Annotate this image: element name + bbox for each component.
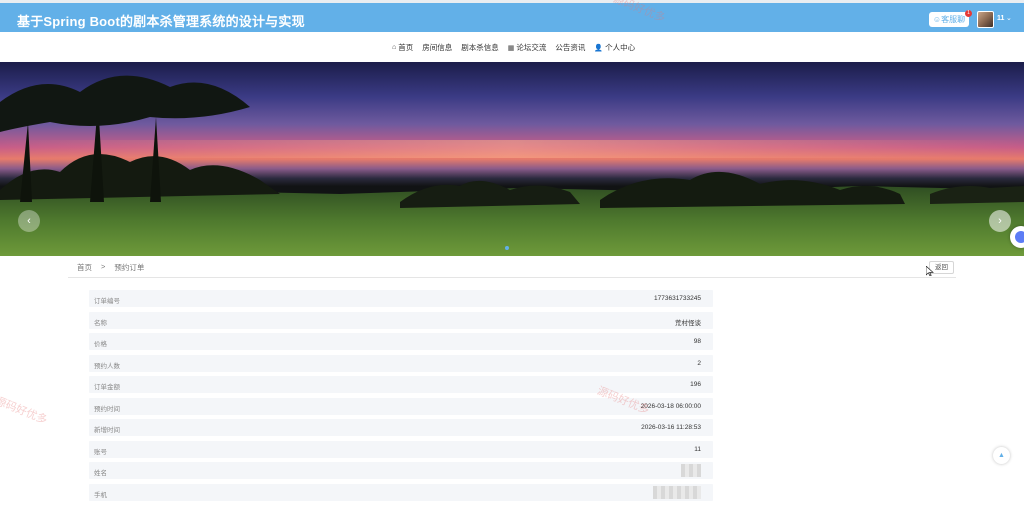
nav-item-profile[interactable]: 👤 个人中心 [594,42,635,53]
breadcrumb-current: 预约订单 [114,263,145,272]
breadcrumb-bar: 首页 > 预约订单 返回 [68,256,956,278]
support-chat-button[interactable]: ☺客服聊天 [929,12,969,39]
row-label: 姓名 [94,470,107,477]
assistant-logo-icon [1015,231,1024,243]
notification-badge: 1 [965,10,972,17]
chevron-down-icon[interactable]: ⌄ [1006,14,1012,22]
row-value: 11 [694,445,701,453]
avatar[interactable] [977,11,994,28]
detail-row-people: 预约人数 2 [89,354,713,372]
row-value: 荒村怪谈 [675,319,701,327]
redacted-value [681,464,701,477]
row-label: 预约时间 [94,405,120,413]
row-label: 价格 [94,341,107,348]
nav-label: 房间信息 [422,43,453,52]
watermark-text: 源码好优多 [0,395,49,427]
nav-item-rooms[interactable]: 房间信息 [422,42,452,53]
carousel-prev-button[interactable]: ‹ [18,210,40,232]
nav-item-forum[interactable]: ▦ 论坛交流 [508,42,547,53]
detail-row-phone: 手机 [89,483,713,501]
row-label: 预约人数 [94,362,120,370]
row-label: 账号 [94,448,107,456]
nav-label: 个人中心 [605,43,636,52]
detail-row-price: 价格 98 [89,333,713,350]
site-title: 基于Spring Boot的剧本杀管理系统的设计与实现 [17,14,305,29]
detail-row-account: 账号 11 [89,440,713,458]
row-value: 1773631733245 [654,295,701,302]
detail-row-name: 名称 荒村怪谈 [89,311,713,329]
scroll-to-top-button[interactable]: ▲ [993,447,1010,464]
detail-row-created-time: 新增时间 2026-03-16 11:28:53 [89,419,713,436]
main-navbar: ⌂ 首页 房间信息 剧本杀信息 ▦ 论坛交流 公告资讯 👤 个人中心 [0,32,1024,62]
carousel-next-button[interactable]: › [989,210,1011,232]
user-name[interactable]: 11 [997,15,1004,22]
row-label: 订单金额 [94,384,120,391]
breadcrumb: 首页 > 预约订单 [77,262,144,273]
nav-label: 首页 [398,43,414,52]
detail-row-full-name: 姓名 [89,462,713,479]
row-value: 2 [697,359,701,367]
home-icon: ⌂ [392,44,397,51]
mouse-cursor-icon [926,266,934,276]
row-label: 新增时间 [94,427,120,434]
row-label: 名称 [94,319,107,327]
redacted-value [653,485,701,499]
nav-label: 论坛交流 [516,43,547,52]
row-value: 98 [693,338,701,345]
top-header-bar: 基于Spring Boot的剧本杀管理系统的设计与实现 ☺客服聊天 1 11 ⌄ [0,0,1024,39]
carousel-indicator-dot[interactable] [505,246,509,250]
nav-item-scripts[interactable]: 剧本杀信息 [461,42,499,53]
banner-carousel: ‹ › [0,62,1024,256]
row-label: 手机 [94,491,107,499]
row-value: 2026-03-16 11:28:53 [641,424,701,431]
nav-label: 公告资讯 [555,43,586,52]
nav-item-home[interactable]: ⌂ 首页 [392,42,413,53]
user-icon: 👤 [594,44,604,52]
grid-icon: ▦ [507,44,515,52]
nav-item-news[interactable]: 公告资讯 [555,42,585,53]
banner-landscape-image [0,75,1024,256]
nav-list: ⌂ 首页 房间信息 剧本杀信息 ▦ 论坛交流 公告资讯 👤 个人中心 [392,42,635,53]
chat-icon: ☺ [932,15,942,24]
detail-row-order-number: 订单编号 1773631733245 [89,290,713,307]
breadcrumb-home-link[interactable]: 首页 [77,262,92,273]
breadcrumb-separator: > [101,262,106,271]
row-value: 196 [690,381,701,388]
row-label: 订单编号 [94,298,120,305]
nav-label: 剧本杀信息 [461,43,499,52]
